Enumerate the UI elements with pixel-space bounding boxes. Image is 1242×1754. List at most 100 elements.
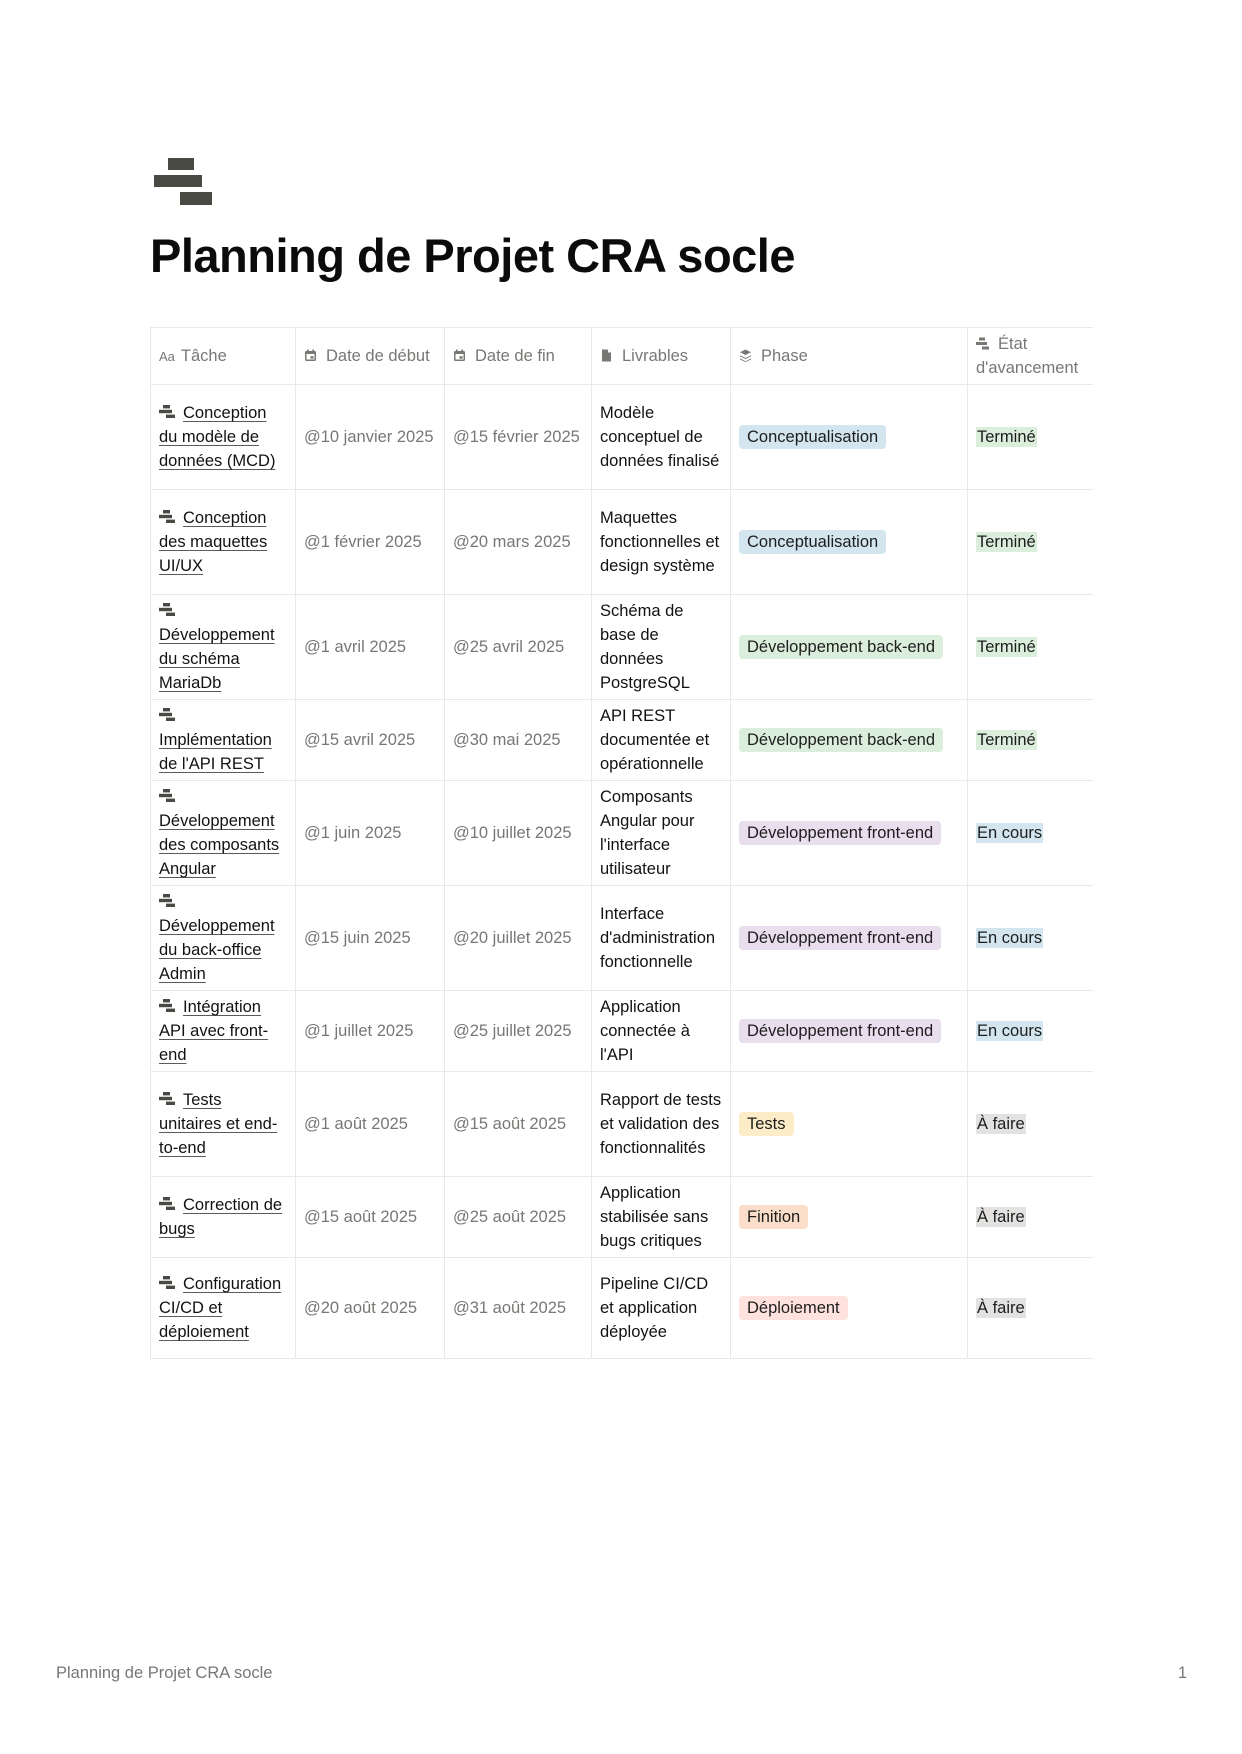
deliverable-cell[interactable]: Schéma de base de données PostgreSQL [591, 594, 731, 700]
task-cell[interactable]: Intégration API avec front-end [150, 990, 296, 1072]
task-cell[interactable]: Correction de bugs [150, 1176, 296, 1258]
task-cell[interactable]: Implémentation de l'API REST [150, 699, 296, 781]
deliverable-text: Maquettes fonctionnelles et design systè… [600, 509, 720, 575]
task-link[interactable]: Conception des maquettes UI/UX [159, 509, 267, 575]
start-date-cell[interactable]: @1 août 2025 [295, 1071, 445, 1177]
table-row[interactable]: Conception des maquettes UI/UX @1 février… [150, 489, 1093, 595]
end-date-cell[interactable]: @30 mai 2025 [444, 699, 592, 781]
deliverable-text: Schéma de base de données PostgreSQL [600, 602, 690, 692]
start-date-cell[interactable]: @1 juillet 2025 [295, 990, 445, 1072]
task-cell[interactable]: Configuration CI/CD et déploiement [150, 1257, 296, 1359]
status-cell[interactable]: À faire [967, 1176, 1093, 1258]
end-date-cell[interactable]: @20 juillet 2025 [444, 885, 592, 991]
header-start-date[interactable]: Date de début [295, 327, 445, 385]
start-date-cell[interactable]: @20 août 2025 [295, 1257, 445, 1359]
status-cell[interactable]: À faire [967, 1257, 1093, 1359]
phase-cell[interactable]: Conceptualisation [730, 489, 968, 595]
status-badge: En cours [976, 1021, 1044, 1041]
task-link[interactable]: Correction de bugs [159, 1196, 282, 1238]
deliverable-text: Application stabilisée sans bugs critiqu… [600, 1184, 709, 1250]
task-cell[interactable]: Conception des maquettes UI/UX [150, 489, 296, 595]
task-cell[interactable]: Tests unitaires et end-to-end [150, 1071, 296, 1177]
start-date-cell[interactable]: @15 août 2025 [295, 1176, 445, 1258]
phase-cell[interactable]: Tests [730, 1071, 968, 1177]
phase-cell[interactable]: Conceptualisation [730, 384, 968, 490]
table-row[interactable]: Intégration API avec front-end @1 juillet… [150, 990, 1093, 1072]
end-date-cell[interactable]: @31 août 2025 [444, 1257, 592, 1359]
status-cell[interactable]: En cours [967, 990, 1093, 1072]
task-link[interactable]: Tests unitaires et end-to-end [159, 1091, 277, 1157]
status-cell[interactable]: À faire [967, 1071, 1093, 1177]
phase-cell[interactable]: Développement front-end [730, 780, 968, 886]
table-row[interactable]: Configuration CI/CD et déploiement @20 ao… [150, 1257, 1093, 1359]
task-link[interactable]: Intégration API avec front-end [159, 998, 268, 1064]
header-phase[interactable]: Phase [730, 327, 968, 385]
start-date-cell[interactable]: @15 juin 2025 [295, 885, 445, 991]
header-end-date[interactable]: Date de fin [444, 327, 592, 385]
phase-cell[interactable]: Développement front-end [730, 990, 968, 1072]
table-row[interactable]: Développement du schéma MariaDb @1 avril … [150, 594, 1093, 700]
header-status[interactable]: État d'avancement [967, 327, 1093, 385]
status-cell[interactable]: En cours [967, 885, 1093, 991]
deliverable-cell[interactable]: Maquettes fonctionnelles et design systè… [591, 489, 731, 595]
calendar-icon [453, 349, 467, 362]
deliverable-cell[interactable]: Application stabilisée sans bugs critiqu… [591, 1176, 731, 1258]
header-task[interactable]: Aa Tâche [150, 327, 296, 385]
deliverable-cell[interactable]: Modèle conceptuel de données finalisé [591, 384, 731, 490]
task-link[interactable]: Développement du schéma MariaDb [159, 626, 275, 692]
status-cell[interactable]: Terminé [967, 594, 1093, 700]
start-date-cell[interactable]: @1 juin 2025 [295, 780, 445, 886]
end-date-cell[interactable]: @15 août 2025 [444, 1071, 592, 1177]
table-row[interactable]: Développement du back-office Admin @15 ju… [150, 885, 1093, 991]
phase-tag: Finition [739, 1205, 809, 1229]
end-date-cell[interactable]: @15 février 2025 [444, 384, 592, 490]
table-row[interactable]: Tests unitaires et end-to-end @1 août 202… [150, 1071, 1093, 1177]
deliverable-cell[interactable]: Rapport de tests et validation des fonct… [591, 1071, 731, 1177]
phase-tag: Développement front-end [739, 821, 942, 845]
header-deliverables[interactable]: Livrables [591, 327, 731, 385]
status-cell[interactable]: En cours [967, 780, 1093, 886]
end-date-cell[interactable]: @20 mars 2025 [444, 489, 592, 595]
end-date-cell[interactable]: @25 avril 2025 [444, 594, 592, 700]
phase-tag: Tests [739, 1112, 794, 1136]
task-cell[interactable]: Conception du modèle de données (MCD) [150, 384, 296, 490]
deliverable-cell[interactable]: Composants Angular pour l'interface util… [591, 780, 731, 886]
phase-cell[interactable]: Finition [730, 1176, 968, 1258]
deliverable-cell[interactable]: Application connectée à l'API [591, 990, 731, 1072]
deliverable-cell[interactable]: API REST documentée et opérationnelle [591, 699, 731, 781]
start-date-cell[interactable]: @10 janvier 2025 [295, 384, 445, 490]
start-date-cell[interactable]: @1 février 2025 [295, 489, 445, 595]
status-cell[interactable]: Terminé [967, 489, 1093, 595]
stacked-bars-icon [159, 510, 175, 523]
deliverable-cell[interactable]: Pipeline CI/CD et application déployée [591, 1257, 731, 1359]
phase-cell[interactable]: Déploiement [730, 1257, 968, 1359]
task-cell[interactable]: Développement du back-office Admin [150, 885, 296, 991]
task-link[interactable]: Configuration CI/CD et déploiement [159, 1275, 281, 1341]
task-link[interactable]: Implémentation de l'API REST [159, 731, 272, 773]
end-date: @25 juillet 2025 [453, 1022, 572, 1040]
status-cell[interactable]: Terminé [967, 384, 1093, 490]
task-cell[interactable]: Développement des composants Angular [150, 780, 296, 886]
task-link[interactable]: Développement du back-office Admin [159, 917, 275, 983]
table-row[interactable]: Développement des composants Angular @1 j… [150, 780, 1093, 886]
project-table: Aa Tâche Date de début Date de fin Livrab… [150, 327, 1093, 1359]
page-title: Planning de Projet CRA socle [150, 229, 796, 282]
table-row[interactable]: Implémentation de l'API REST @15 avril 20… [150, 699, 1093, 781]
end-date-cell[interactable]: @10 juillet 2025 [444, 780, 592, 886]
status-cell[interactable]: Terminé [967, 699, 1093, 781]
phase-cell[interactable]: Développement back-end [730, 594, 968, 700]
task-link[interactable]: Développement des composants Angular [159, 812, 279, 878]
task-cell[interactable]: Développement du schéma MariaDb [150, 594, 296, 700]
start-date: @1 février 2025 [304, 533, 422, 551]
deliverable-cell[interactable]: Interface d'administration fonctionnelle [591, 885, 731, 991]
table-row[interactable]: Conception du modèle de données (MCD) @10… [150, 384, 1093, 490]
end-date: @15 février 2025 [453, 428, 580, 446]
end-date-cell[interactable]: @25 août 2025 [444, 1176, 592, 1258]
table-row[interactable]: Correction de bugs @15 août 2025 @25 août … [150, 1176, 1093, 1258]
task-link[interactable]: Conception du modèle de données (MCD) [159, 404, 275, 470]
end-date-cell[interactable]: @25 juillet 2025 [444, 990, 592, 1072]
phase-cell[interactable]: Développement back-end [730, 699, 968, 781]
start-date-cell[interactable]: @1 avril 2025 [295, 594, 445, 700]
phase-cell[interactable]: Développement front-end [730, 885, 968, 991]
start-date-cell[interactable]: @15 avril 2025 [295, 699, 445, 781]
